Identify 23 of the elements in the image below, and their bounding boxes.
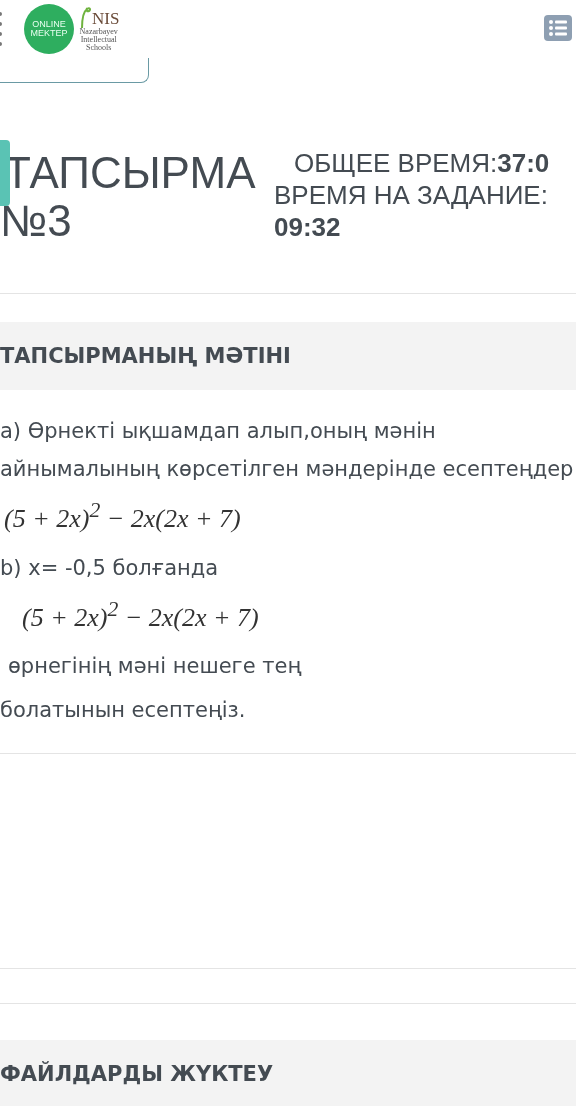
task-text: а) Өрнекті ықшамдап алып,оның мәнін (0, 418, 437, 445)
sprout-icon (78, 4, 92, 28)
task-text: айнымалының көрсетілген мәндерінде есептеңдер (0, 456, 575, 483)
task-text: өрнегінің мәні нешеге тең (7, 653, 303, 681)
timer-value: 37:0 (497, 148, 550, 178)
task-text: b) x= -0,5 болғанда (0, 554, 220, 582)
accent-bar (0, 140, 10, 206)
section-title: ФАЙЛДАРДЫ ЖҮКТЕУ (0, 1062, 274, 1087)
formula: (5 + 2x)$^{2}$ − 2x(2x + 7) (21, 595, 260, 634)
nis-logo-text: NIS (92, 10, 120, 28)
list-menu-icon[interactable] (544, 15, 572, 41)
timer-value: 09:32 (274, 211, 342, 243)
task-title: ТАПСЫРМА (4, 149, 257, 197)
online-mektep-logo: ONLINE MEKTEP (24, 4, 74, 54)
nis-subtitle: Intellectual (80, 36, 117, 44)
timer-label: ОБЩЕЕ ВРЕМЯ: (294, 148, 498, 178)
task-text: болатынын есептеңіз. (0, 697, 247, 725)
timer-label: ВРЕМЯ НА ЗАДАНИЕ: (274, 179, 549, 211)
task-number: №3 (0, 197, 73, 245)
formula: (5 + 2x)$^{2}$ − 2x(2x + 7) (3, 497, 242, 535)
nis-subtitle: Schools (86, 44, 112, 52)
section-title: ТАПСЫРМАНЫҢ МӘТІНІ (0, 344, 291, 368)
nis-subtitle: Nazarbayev (79, 28, 118, 36)
